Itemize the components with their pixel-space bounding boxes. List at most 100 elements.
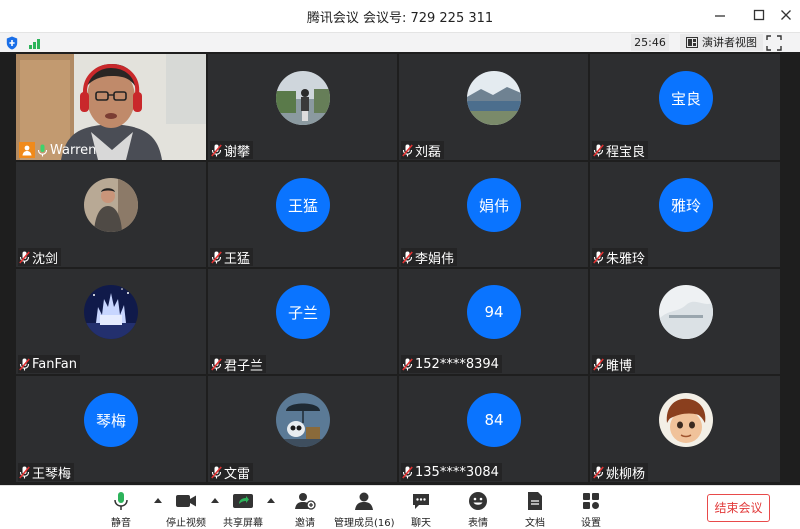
- participant-avatar: 雅玲: [659, 178, 713, 232]
- document-icon: [528, 492, 542, 510]
- participant-nameplate: 姚柳杨: [592, 463, 649, 482]
- share-screen-button[interactable]: 共享屏幕: [215, 489, 271, 529]
- participant-name: 沈剑: [32, 251, 59, 267]
- participant-name: 刘磊: [415, 144, 442, 160]
- video-tile[interactable]: 雅玲 朱雅玲: [590, 162, 780, 267]
- participant-nameplate: 沈剑: [18, 248, 62, 267]
- mic-muted-icon: [19, 250, 30, 264]
- participant-avatar: [276, 393, 330, 447]
- mic-muted-icon: [593, 143, 604, 157]
- close-button[interactable]: [775, 4, 797, 26]
- chat-button[interactable]: 聊天: [393, 489, 449, 529]
- video-tile[interactable]: 姚柳杨: [590, 376, 780, 482]
- participant-avatar: 子兰: [276, 285, 330, 339]
- mic-muted-icon: [211, 143, 222, 157]
- mic-muted-icon: [19, 357, 30, 371]
- participant-avatar: [467, 71, 521, 125]
- video-tile[interactable]: FanFan: [16, 269, 206, 374]
- shield-icon[interactable]: [6, 36, 18, 50]
- video-tile[interactable]: 睢博: [590, 269, 780, 374]
- manage-members-button[interactable]: 管理成员(16): [334, 489, 395, 529]
- members-icon: [355, 492, 373, 510]
- video-tile[interactable]: 宝良 程宝良: [590, 54, 780, 160]
- reactions-button[interactable]: 表情: [450, 489, 506, 529]
- participant-name: 王琴梅: [32, 466, 72, 482]
- chat-label: 聊天: [411, 518, 431, 529]
- maximize-button[interactable]: [748, 4, 770, 26]
- settings-button[interactable]: 设置: [563, 489, 619, 529]
- mic-muted-icon: [402, 465, 413, 479]
- participant-name: 程宝良: [606, 144, 646, 160]
- video-tile[interactable]: 娟伟 李娟伟: [399, 162, 588, 267]
- video-tile[interactable]: 刘磊: [399, 54, 588, 160]
- signal-icon[interactable]: [29, 38, 43, 49]
- participant-nameplate: 睢博: [592, 355, 636, 374]
- participant-nameplate: 朱雅玲: [592, 248, 649, 267]
- participant-avatar: 宝良: [659, 71, 713, 125]
- participant-nameplate: Warren: [18, 141, 99, 159]
- add-user-icon: [295, 493, 316, 510]
- participant-avatar: [84, 178, 138, 232]
- participant-name: 王猛: [224, 251, 251, 267]
- participant-nameplate: 程宝良: [592, 141, 649, 160]
- participant-nameplate: 李娟伟: [401, 248, 458, 267]
- emoji-icon: [469, 492, 487, 510]
- participant-name: 君子兰: [224, 358, 264, 374]
- participant-avatar: [659, 285, 713, 339]
- mic-on-icon: [37, 144, 48, 156]
- window-title: 腾讯会议 会议号: 729 225 311: [306, 11, 494, 26]
- manage-members-label: 管理成员(16): [334, 518, 395, 529]
- mic-muted-icon: [402, 143, 413, 157]
- participant-nameplate: 文雷: [210, 463, 254, 482]
- participant-name: 李娟伟: [415, 251, 455, 267]
- video-tile-warren[interactable]: Warren: [16, 54, 206, 160]
- video-tile[interactable]: 沈剑: [16, 162, 206, 267]
- host-badge-icon: [19, 142, 35, 158]
- participant-avatar: 84: [467, 393, 521, 447]
- stop-video-button[interactable]: 停止视频: [158, 489, 214, 529]
- maximize-icon: [753, 9, 765, 21]
- participant-nameplate: 刘磊: [401, 141, 445, 160]
- speaker-view-button[interactable]: 演讲者视图: [680, 34, 763, 51]
- participant-name: 152****8394: [415, 356, 499, 372]
- participant-nameplate: FanFan: [18, 355, 80, 373]
- mic-muted-icon: [402, 357, 413, 371]
- share-screen-icon: [233, 494, 253, 508]
- reactions-label: 表情: [468, 518, 488, 529]
- participant-name: 睢博: [606, 358, 633, 374]
- mute-button[interactable]: 静音: [93, 489, 149, 529]
- video-tile[interactable]: 王猛 王猛: [208, 162, 397, 267]
- settings-label: 设置: [581, 518, 601, 529]
- participant-nameplate: 152****8394: [401, 355, 502, 373]
- mic-muted-icon: [211, 357, 222, 371]
- minimize-button[interactable]: [709, 4, 731, 26]
- participant-name: 谢攀: [224, 144, 251, 160]
- invite-button[interactable]: 邀请: [277, 489, 333, 529]
- fullscreen-icon[interactable]: [766, 35, 782, 51]
- chat-icon: [413, 494, 429, 509]
- speaker-view-label: 演讲者视图: [702, 36, 757, 49]
- mic-muted-icon: [211, 465, 222, 479]
- mic-muted-icon: [593, 465, 604, 479]
- end-meeting-button[interactable]: 结束会议: [707, 494, 770, 522]
- participant-avatar: 娟伟: [467, 178, 521, 232]
- video-tile[interactable]: 琴梅 王琴梅: [16, 376, 206, 482]
- share-options-caret[interactable]: [267, 498, 275, 503]
- participant-avatar: 王猛: [276, 178, 330, 232]
- camera-icon: [176, 495, 196, 507]
- microphone-icon: [114, 492, 128, 510]
- speaker-view-icon: [686, 37, 698, 48]
- status-bar: 25:46 演讲者视图: [0, 32, 800, 52]
- video-tile[interactable]: 子兰 君子兰: [208, 269, 397, 374]
- participant-avatar: [276, 71, 330, 125]
- video-tile[interactable]: 文雷: [208, 376, 397, 482]
- video-tile[interactable]: 94 152****8394: [399, 269, 588, 374]
- video-tile[interactable]: 谢攀: [208, 54, 397, 160]
- participant-name: 文雷: [224, 466, 251, 482]
- participant-name: FanFan: [32, 356, 77, 372]
- settings-icon: [583, 493, 599, 509]
- participant-name: 朱雅玲: [606, 251, 646, 267]
- video-tile[interactable]: 84 135****3084: [399, 376, 588, 482]
- participant-nameplate: 135****3084: [401, 463, 502, 481]
- docs-button[interactable]: 文档: [507, 489, 563, 529]
